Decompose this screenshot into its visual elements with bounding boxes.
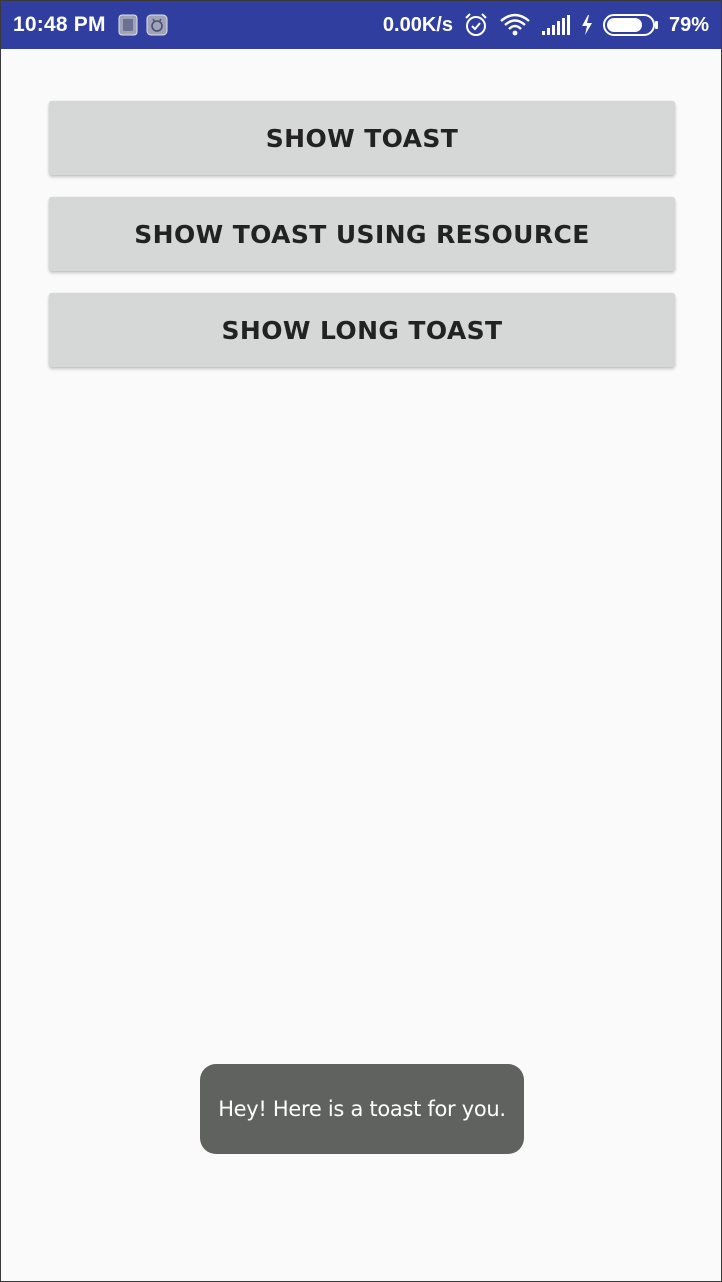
show-long-toast-button[interactable]: SHOW LONG TOAST: [49, 293, 675, 367]
status-bar: 10:48 PM 0.00K/s 79%: [1, 1, 721, 49]
app-screen: 10:48 PM 0.00K/s 79% SHOW TOAST SHOW TOA…: [0, 0, 722, 1282]
system-indicators: 0.00K/s 79%: [383, 12, 709, 38]
toast-message: Hey! Here is a toast for you.: [200, 1064, 524, 1154]
battery-percentage: 79%: [668, 13, 709, 36]
status-time: 10:48 PM: [13, 13, 106, 36]
android-debug-icon: [146, 14, 168, 36]
charging-icon: [581, 14, 593, 36]
show-toast-button[interactable]: SHOW TOAST: [49, 101, 675, 175]
battery-icon: [602, 13, 659, 37]
notification-icons: [118, 14, 168, 36]
toast-text: Hey! Here is a toast for you.: [218, 1097, 506, 1121]
show-toast-using-resource-button[interactable]: SHOW TOAST USING RESOURCE: [49, 197, 675, 271]
network-speed: 0.00K/s: [382, 13, 453, 36]
alarm-clock-icon: [463, 12, 489, 38]
signal-icon: [541, 14, 571, 36]
sim-card-icon: [118, 14, 138, 36]
wifi-icon: [499, 13, 531, 37]
